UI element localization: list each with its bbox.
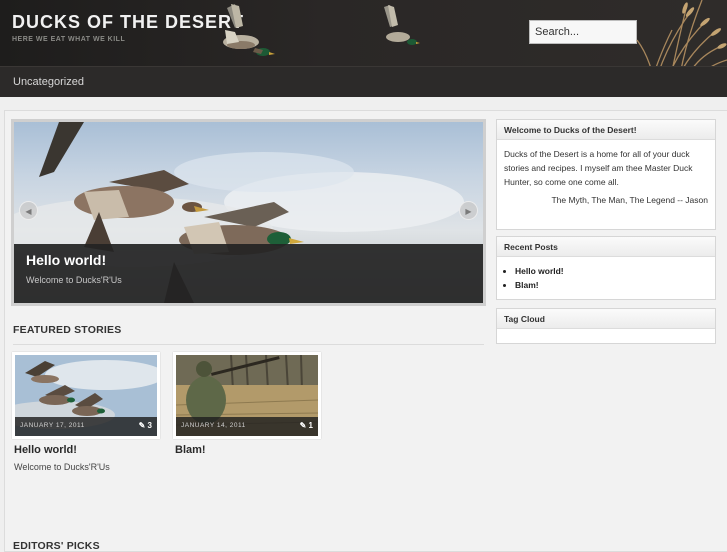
card-meta: JANUARY 14, 2011 ✎ 1	[176, 417, 318, 436]
featured-divider	[13, 344, 484, 345]
comment-count-value: 3	[147, 421, 152, 430]
nav-item-uncategorized[interactable]: Uncategorized	[13, 76, 84, 88]
slide-excerpt: Welcome to Ducks'R'Us	[26, 275, 122, 285]
slide-caption: Hello world! Welcome to Ducks'R'Us	[14, 244, 483, 303]
slider-prev-arrow-icon[interactable]: ◀	[19, 201, 38, 220]
widget-title: Welcome to Ducks of the Desert!	[497, 120, 715, 140]
card-title[interactable]: Blam!	[175, 444, 206, 456]
featured-heading: FEATURED STORIES	[13, 324, 122, 336]
editors-picks-heading: EDITORS' PICKS	[13, 540, 100, 552]
card-thumbnail[interactable]: JANUARY 17, 2011 ✎ 3	[12, 352, 160, 439]
logo-duck-icon	[223, 4, 275, 56]
comment-count[interactable]: ✎ 1	[300, 421, 313, 430]
card-excerpt: Welcome to Ducks'R'Us	[14, 462, 110, 472]
welcome-text: Ducks of the Desert is a home for all of…	[504, 149, 693, 187]
site-header: DUCKS OF THE DESERT HERE WE EAT WHAT WE …	[0, 0, 727, 66]
widget-title: Tag Cloud	[497, 309, 715, 329]
welcome-signature: The Myth, The Man, The Legend -- Jason	[551, 195, 708, 205]
main-nav: Uncategorized	[0, 66, 727, 97]
slider-next-arrow-icon[interactable]: ▶	[459, 201, 478, 220]
card-date: JANUARY 17, 2011	[20, 422, 85, 429]
card-thumbnail[interactable]: JANUARY 14, 2011 ✎ 1	[173, 352, 321, 439]
recent-posts-list: Hello world! Blam!	[497, 257, 715, 292]
welcome-widget: Welcome to Ducks of the Desert! Ducks of…	[496, 119, 716, 230]
recent-post-link[interactable]: Blam!	[515, 278, 715, 292]
comment-count[interactable]: ✎ 3	[139, 421, 152, 430]
site-tagline: HERE WE EAT WHAT WE KILL	[12, 36, 126, 43]
header-duck-icon	[384, 5, 420, 45]
card-meta: JANUARY 17, 2011 ✎ 3	[15, 417, 157, 436]
recent-posts-widget: Recent Posts Hello world! Blam!	[496, 236, 716, 300]
tag-cloud-widget: Tag Cloud	[496, 308, 716, 344]
slide-title[interactable]: Hello world!	[26, 252, 106, 268]
widget-title: Recent Posts	[497, 237, 715, 257]
comment-bubble-icon: ✎	[299, 421, 307, 430]
recent-post-link[interactable]: Hello world!	[515, 264, 715, 278]
card-date: JANUARY 14, 2011	[181, 422, 246, 429]
featured-slider[interactable]: ◀ ▶ Hello world! Welcome to Ducks'R'Us	[11, 119, 486, 306]
search-input[interactable]	[529, 20, 637, 44]
comment-bubble-icon: ✎	[138, 421, 146, 430]
featured-card[interactable]: JANUARY 14, 2011 ✎ 1 Blam!	[173, 352, 321, 456]
card-title[interactable]: Hello world!	[14, 444, 77, 456]
featured-card[interactable]: JANUARY 17, 2011 ✎ 3 Hello world! Welcom…	[12, 352, 160, 472]
comment-count-value: 1	[308, 421, 313, 430]
